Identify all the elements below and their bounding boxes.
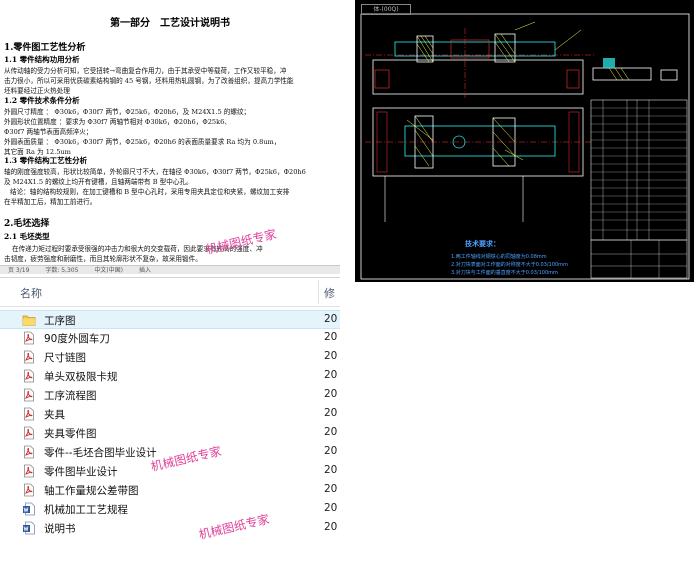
pdf-file-icon [24,445,34,459]
fixture-assembly-drawing: 技术要求： 1.两工件轴线对钢铁心的同轴度为0.08mm 2.对刀块表面对工作面… [360,13,690,280]
paragraph-line: 在半精加工后，精加工前进行。 [4,198,97,206]
document-viewer: 第一部分 工艺设计说明书 1.零件图工艺性分析 1.1 零件结构功用分析 从传动… [0,0,340,274]
column-divider[interactable] [318,280,319,304]
file-name: 机械加工工艺规程 [44,504,128,516]
file-date: 20 [324,502,338,514]
paragraph-line: 击力很小，所以可采用优质碳素结构钢的 45 号钢，坯料用热轧圆钢，为了改善组织，… [4,77,294,85]
tech-line: 2.对刀块表面对工作面的对称度不大于0.03/100mm [451,261,568,268]
file-date: 20 [324,483,338,495]
file-name: 90度外圆车刀 [44,333,110,345]
heading-2-1: 2.1 毛坯类型 [4,232,50,241]
file-explorer: 名称 修 工序图 20 90度外圆车刀 20 尺寸链图 20 单头双极限卡规 2… [0,277,340,562]
column-header-name[interactable]: 名称 [20,285,42,301]
insert-mode[interactable]: 插入 [139,267,151,274]
file-name: 轴工作量规公差带图 [44,485,139,497]
status-bar: 页 3/19 字数: 5,305 中文(中国) 插入 [0,265,340,274]
title-block [590,239,688,279]
pdf-file-icon [24,407,34,421]
heading-1: 1.零件图工艺性分析 [4,43,86,53]
cad-drawing-viewer[interactable]: 技术要求： 1.两工件轴线对钢铁心的同轴度为0.08mm 2.对刀块表面对工作面… [355,0,694,282]
paragraph-line: Φ30f7 两轴节表面高频淬火； [4,128,93,136]
paragraph-line: 结论：轴的结构较规则，在加工键槽和 B 型中心孔时，采用专用夹具定位和夹紧，螺纹… [10,188,290,196]
paragraph-line: 及 M24X1.5 的螺纹上均开有键槽，且轴两端带有 B 型中心孔。 [4,178,193,186]
file-name: 尺寸链图 [44,352,86,364]
file-row[interactable]: 轴工作量规公差带图 20 [0,481,340,500]
file-name: 夹具 [44,409,65,421]
file-row[interactable]: 尺寸链图 20 [0,348,340,367]
top-view [365,107,591,222]
paragraph-line: 坯料要经过正火热处理 [4,87,70,95]
column-header-bar: 名称 修 [0,278,340,307]
language-indicator[interactable]: 中文(中国) [94,267,123,274]
folder-icon [22,315,36,326]
technical-requirements: 技术要求： 1.两工件轴线对钢铁心的同轴度为0.08mm 2.对刀块表面对工作面… [451,239,568,276]
side-view [592,58,678,81]
file-name: 工序图 [44,315,76,327]
tech-title: 技术要求： [465,239,500,248]
file-row[interactable]: 机械加工工艺规程 20 [0,500,340,519]
tech-line: 3.对刀块与工件面的垂直度不大于0.03/100mm [451,269,558,276]
heading-1-2: 1.2 零件技术条件分析 [4,96,80,105]
document-title: 第一部分 工艺设计说明书 [110,18,230,29]
file-name: 零件图毕业设计 [44,466,118,478]
file-date: 20 [324,464,338,476]
pdf-file-icon [24,331,34,345]
word-count[interactable]: 字数: 5,305 [45,267,78,274]
file-row[interactable]: 夹具 20 [0,405,340,424]
file-date: 20 [324,369,338,381]
drawing-frame [360,13,690,280]
paragraph-line: 击韧度，疲劳强度和耐磨性，而且其轮廓形状不复杂，故采用锻件。 [4,255,202,263]
heading-2: 2.毛坯选择 [4,219,50,229]
word-document-icon [23,521,35,535]
file-date: 20 [324,313,338,325]
file-date: 20 [324,331,338,343]
file-row[interactable]: 工序流程图 20 [0,386,340,405]
paragraph-line: 轴的刚度强度较高，形状比较简单，外轮廓尺寸不大，在轴径 Φ30k6，Φ30f7 … [4,168,306,176]
file-row[interactable]: 单头双极限卡规 20 [0,367,340,386]
pdf-file-icon [24,464,34,478]
pdf-file-icon [24,369,34,383]
file-date: 20 [324,407,338,419]
paragraph-line: 外圆形状位置精度 ：要求为 Φ30f7 两轴节相对 Φ30k6，Φ20h6，Φ2… [4,118,231,126]
heading-1-3: 1.3 零件结构工艺性分析 [4,156,88,165]
file-row[interactable]: 工序图 20 [0,310,340,329]
front-view [365,28,595,98]
file-name: 工序流程图 [44,390,97,402]
file-date: 20 [324,521,338,533]
file-name: 单头双极限卡规 [44,371,118,383]
file-name: 说明书 [44,523,76,535]
file-date: 20 [324,426,338,438]
word-document-icon [23,502,35,516]
heading-1-1: 1.1 零件结构功用分析 [4,55,80,64]
paragraph-line: 从传动轴的受力分析可知，它受扭转→弯曲复合作用力，由于其承受中等载荷，工作又较平… [4,67,287,75]
pdf-file-icon [24,350,34,364]
file-date: 20 [324,388,338,400]
file-row[interactable]: 说明书 20 [0,519,340,538]
column-header-modified[interactable]: 修 [324,285,335,301]
file-row[interactable]: 夹具零件图 20 [0,424,340,443]
paragraph-line: 外圆表面质量 ： Φ30k6，Φ30f7 两节，Φ25k6，Φ20h6 的表面质… [4,138,281,146]
paragraph-line: 外圆尺寸精度 ： Φ30k6，Φ30f7 两节，Φ25k6，Φ20h6，及 M2… [4,108,251,116]
drawing-tab[interactable]: 体-(00Q) [361,4,411,15]
file-row[interactable]: 90度外圆车刀 20 [0,329,340,348]
file-date: 20 [324,445,338,457]
tech-line: 1.两工件轴线对钢铁心的同轴度为0.08mm [451,253,547,260]
file-date: 20 [324,350,338,362]
file-name: 零件--毛坯合图毕业设计 [44,447,157,459]
parts-list-table [590,99,688,241]
pdf-file-icon [24,388,34,402]
pdf-file-icon [24,426,34,440]
page-indicator[interactable]: 页 3/19 [8,267,29,274]
file-name: 夹具零件图 [44,428,97,440]
pdf-file-icon [24,483,34,497]
